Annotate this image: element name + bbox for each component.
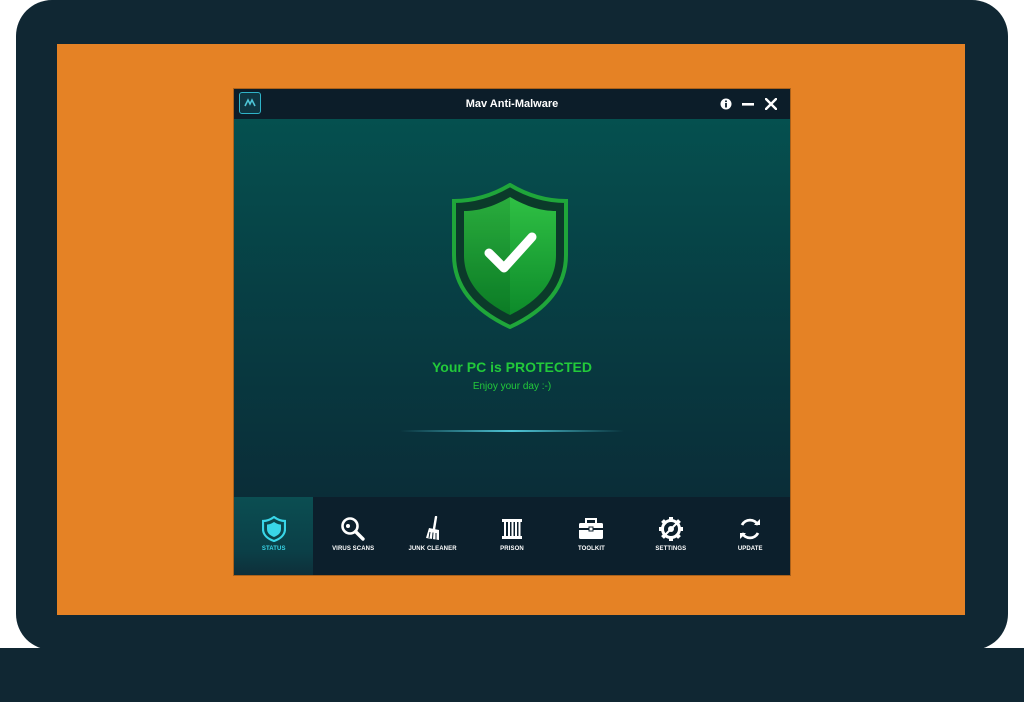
nav-label-update: UPDATE bbox=[737, 546, 763, 552]
nav-label-settings: SETTINGS bbox=[655, 546, 687, 552]
app-window: Mav Anti-Malware Your PC is PROTECTED En… bbox=[234, 89, 790, 575]
minimize-button[interactable] bbox=[740, 96, 756, 112]
laptop-base bbox=[0, 648, 1024, 702]
gear-icon bbox=[657, 515, 685, 543]
nav-item-settings[interactable]: SETTINGS bbox=[631, 497, 710, 575]
toolbox-icon bbox=[577, 515, 605, 543]
nav-item-status[interactable]: STATUS bbox=[234, 497, 314, 575]
info-icon bbox=[720, 98, 732, 110]
nav-label-prison: PRISON bbox=[500, 546, 524, 552]
bottom-nav: STATUS VIRUS SCANS JUNK CLEANER PRISON T… bbox=[234, 497, 790, 575]
close-button[interactable] bbox=[763, 96, 779, 112]
title-bar[interactable]: Mav Anti-Malware bbox=[234, 89, 790, 119]
nav-label-junk-cleaner: JUNK CLEANER bbox=[408, 546, 457, 552]
nav-label-status: STATUS bbox=[261, 546, 286, 552]
status-headline: Your PC is PROTECTED bbox=[432, 359, 592, 375]
nav-item-junk-cleaner[interactable]: JUNK CLEANER bbox=[393, 497, 472, 575]
nav-label-virus-scans: VIRUS SCANS bbox=[332, 546, 375, 552]
nav-label-toolkit: TOOLKIT bbox=[577, 546, 605, 552]
close-icon bbox=[765, 98, 777, 110]
broom-icon bbox=[419, 515, 447, 543]
info-button[interactable] bbox=[718, 96, 734, 112]
window-title: Mav Anti-Malware bbox=[465, 98, 559, 110]
nav-item-toolkit[interactable]: TOOLKIT bbox=[552, 497, 631, 575]
refresh-icon bbox=[736, 515, 764, 543]
magnifier-icon bbox=[339, 515, 367, 543]
nav-item-virus-scans[interactable]: VIRUS SCANS bbox=[313, 497, 392, 575]
status-panel: Your PC is PROTECTED Enjoy your day :-) bbox=[234, 119, 790, 497]
shield-icon bbox=[260, 515, 288, 543]
status-subtext: Enjoy your day :-) bbox=[472, 381, 552, 392]
prison-bars-icon bbox=[498, 515, 526, 543]
status-divider bbox=[400, 430, 624, 432]
nav-item-update[interactable]: UPDATE bbox=[711, 497, 790, 575]
shield-check-icon bbox=[452, 183, 568, 329]
minimize-icon bbox=[742, 103, 754, 106]
nav-item-prison[interactable]: PRISON bbox=[472, 497, 551, 575]
